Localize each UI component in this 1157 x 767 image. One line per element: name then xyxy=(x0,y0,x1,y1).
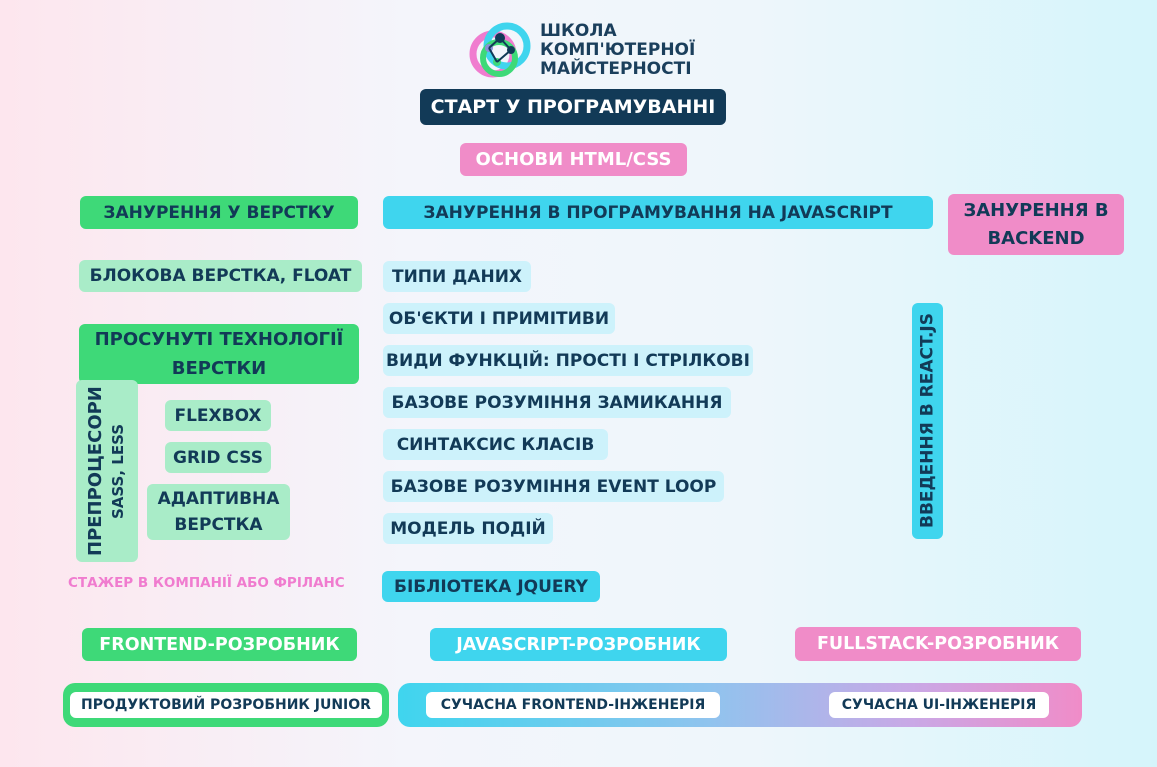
fullstack-developer-box: FULLSTACK-РОЗРОБНИК xyxy=(795,627,1081,661)
preprocessors-label: ПРЕПРОЦЕСОРИ xyxy=(85,386,106,556)
js-item: ВИДИ ФУНКЦІЙ: ПРОСТІ І СТРІЛКОВІ xyxy=(383,345,753,376)
block-layout-box: БЛОКОВА ВЕРСТКА, FLOAT xyxy=(79,260,362,292)
logo-line-3: МАЙСТЕРНОСТІ xyxy=(540,59,692,79)
advanced-layout-label: ПРОСУНУТІ ТЕХНОЛОГІЇ ВЕРСТКИ xyxy=(94,329,344,379)
school-logo-icon xyxy=(467,18,531,80)
grid-css-box: GRID CSS xyxy=(165,442,271,473)
logo-text: ШКОЛА КОМП'ЮТЕРНОЇ МАЙСТЕРНОСТІ xyxy=(540,22,695,79)
js-item: МОДЕЛЬ ПОДІЙ xyxy=(383,513,553,544)
advanced-layout-box: ПРОСУНУТІ ТЕХНОЛОГІЇ ВЕРСТКИ xyxy=(79,324,359,384)
js-item: ТИПИ ДАНИХ xyxy=(383,261,531,292)
javascript-developer-box: JAVASCRIPT-РОЗРОБНИК xyxy=(430,628,727,661)
flexbox-box: FLEXBOX xyxy=(165,400,271,431)
frontend-developer-box: FRONTEND-РОЗРОБНИК xyxy=(82,628,357,661)
html-css-basics-box: ОСНОВИ HTML/CSS xyxy=(460,143,687,176)
modern-frontend-engineering-box: СУЧАСНА FRONTEND-ІНЖЕНЕРІЯ xyxy=(426,692,720,718)
js-item: ОБ'ЄКТИ І ПРИМІТИВИ xyxy=(383,303,615,334)
adaptive-layout-label: АДАПТИВНА ВЕРСТКА xyxy=(157,489,280,535)
adaptive-layout-box: АДАПТИВНА ВЕРСТКА xyxy=(147,484,290,540)
javascript-title-box: ЗАНУРЕННЯ В ПРОГРАМУВАННЯ НА JAVASCRIPT xyxy=(383,196,933,229)
intern-freelance-text: СТАЖЕР В КОМПАНІЇ АБО ФРІЛАНС xyxy=(68,575,345,591)
layout-title-box: ЗАНУРЕННЯ У ВЕРСТКУ xyxy=(80,196,358,229)
product-developer-junior-box: ПРОДУКТОВИЙ РОЗРОБНИК JUNIOR xyxy=(70,692,382,718)
js-item: БАЗОВЕ РОЗУМІННЯ ЗАМИКАННЯ xyxy=(383,387,731,418)
logo-line-1: ШКОЛА xyxy=(540,21,617,41)
backend-title-label: ЗАНУРЕННЯ В BACKEND xyxy=(963,199,1109,249)
modern-ui-engineering-box: СУЧАСНА UI-ІНЖЕНЕРІЯ xyxy=(829,692,1049,718)
logo-line-2: КОМП'ЮТЕРНОЇ xyxy=(540,40,696,60)
start-programming-box: СТАРТ У ПРОГРАМУВАННІ xyxy=(420,89,726,125)
preprocessors-sub-label: SASS, LESS xyxy=(109,423,127,519)
preprocessors-box: ПРЕПРОЦЕСОРИ SASS, LESS xyxy=(76,380,138,562)
js-item: БАЗОВЕ РОЗУМІННЯ EVENT LOOP xyxy=(383,471,724,502)
backend-title-box: ЗАНУРЕННЯ В BACKEND xyxy=(948,194,1124,255)
jquery-box: БІБЛІОТЕКА JQUERY xyxy=(382,571,600,602)
js-item: СИНТАКСИС КЛАСІВ xyxy=(383,429,608,460)
react-intro-box: ВВЕДЕННЯ В REACT.JS xyxy=(912,303,943,539)
